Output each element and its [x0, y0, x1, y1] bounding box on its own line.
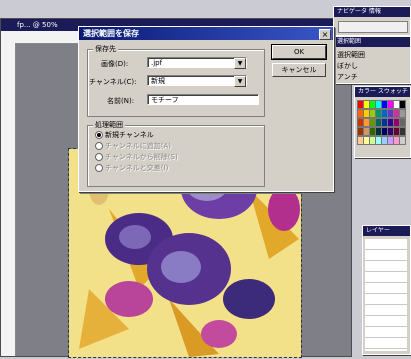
- swatches-tab[interactable]: カラー スウォッチ: [355, 87, 410, 97]
- navigator-panel[interactable]: ナビゲータ 情報: [333, 6, 411, 36]
- radio-subtract-channel[interactable]: [95, 153, 103, 161]
- color-swatch[interactable]: [399, 118, 406, 127]
- options-panel[interactable]: 選択範囲 選択範囲 ぼかし アンチ: [333, 36, 411, 84]
- document-select[interactable]: .jpf ▼: [147, 57, 247, 69]
- color-swatch[interactable]: [399, 136, 406, 145]
- layers-list[interactable]: [365, 239, 407, 351]
- save-selection-dialog[interactable]: 選択範囲を保存 × 保存先 画像(D): .jpf ▼ チャンネル(C): 新規…: [78, 26, 334, 192]
- chevron-down-icon[interactable]: ▼: [234, 76, 246, 87]
- channel-select-value: 新規: [151, 77, 165, 85]
- radio-intersect-channel-label: チャンネルと交差(I): [105, 164, 169, 172]
- operation-group-label: 処理範囲: [93, 120, 125, 130]
- vertical-ruler[interactable]: [1, 43, 16, 356]
- layers-panel[interactable]: レイヤー: [362, 225, 411, 355]
- options-row-3: アンチ: [337, 73, 358, 81]
- dialog-title: 選択範囲を保存: [79, 27, 333, 40]
- channel-select[interactable]: 新規 ▼: [147, 75, 247, 87]
- ok-button[interactable]: OK: [271, 44, 327, 60]
- options-row-2: ぼかし: [337, 62, 358, 70]
- radio-add-channel-label: チャンネルに追加(A): [105, 142, 172, 150]
- name-input[interactable]: モチーフ: [147, 94, 259, 105]
- options-row-1: 選択範囲: [337, 51, 365, 59]
- color-swatch[interactable]: [399, 100, 406, 109]
- navigator-preview: [338, 21, 408, 33]
- radio-subtract-channel-label: チャンネルから削除(S): [105, 153, 178, 161]
- radio-new-channel-label: 新規チャンネル: [105, 131, 154, 139]
- swatches-panel[interactable]: カラー スウォッチ: [354, 86, 411, 158]
- document-label: 画像(D):: [101, 60, 129, 68]
- radio-intersect-channel[interactable]: [95, 164, 103, 172]
- cancel-button[interactable]: キャンセル: [272, 63, 326, 77]
- document-select-value: .jpf: [151, 59, 163, 67]
- name-label: 名前(N):: [107, 97, 135, 105]
- color-swatch[interactable]: [399, 109, 406, 118]
- layers-tab[interactable]: レイヤー: [363, 226, 410, 236]
- channel-label: チャンネル(C):: [89, 78, 137, 86]
- chevron-down-icon[interactable]: ▼: [234, 58, 246, 69]
- color-swatch[interactable]: [399, 127, 406, 136]
- close-icon[interactable]: ×: [319, 29, 331, 40]
- radio-new-channel[interactable]: [95, 131, 103, 139]
- navigator-tabs[interactable]: ナビゲータ 情報: [334, 7, 410, 17]
- destination-group-label: 保存先: [93, 44, 118, 54]
- swatch-grid[interactable]: [357, 100, 409, 154]
- radio-add-channel[interactable]: [95, 142, 103, 150]
- options-tab[interactable]: 選択範囲: [334, 37, 410, 47]
